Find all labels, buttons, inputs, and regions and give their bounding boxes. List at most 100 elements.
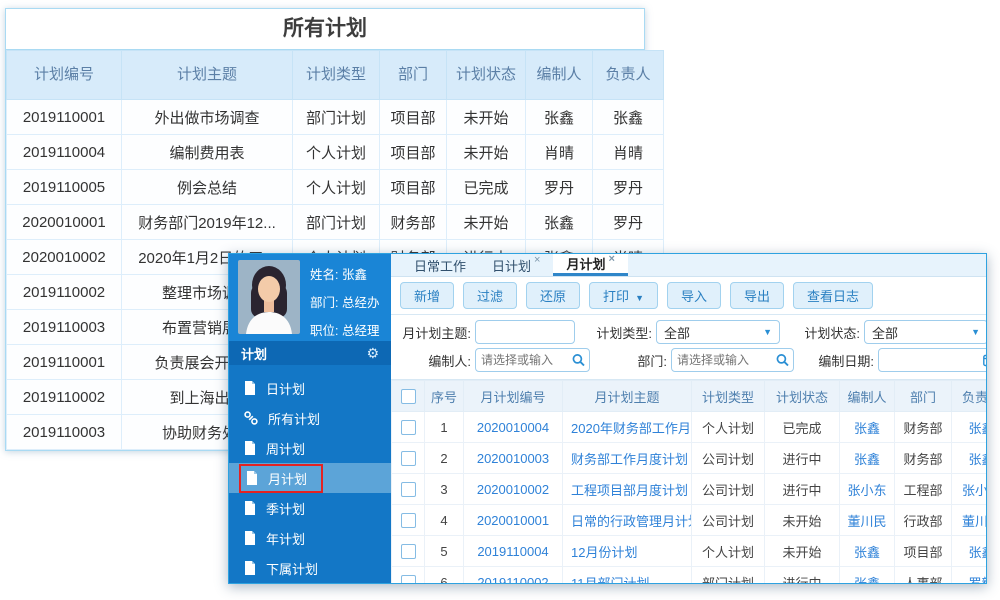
cell-status: 已完成	[764, 411, 840, 443]
cell-subject-link[interactable]: 11月部门计划	[562, 566, 692, 583]
row-checkbox[interactable]	[400, 451, 416, 467]
profile-field: 部门: 总经办	[310, 296, 380, 310]
gear-icon[interactable]: ⚙	[366, 345, 379, 362]
row-checkbox[interactable]	[400, 482, 416, 498]
row-checkbox[interactable]	[400, 513, 416, 529]
sidebar-item-daily-plan[interactable]: 日计划	[229, 373, 391, 403]
reset-button[interactable]: 还原	[526, 282, 581, 309]
window-title: 所有计划	[6, 9, 644, 50]
cell-owner: 罗丹	[592, 204, 664, 240]
cell-creator-link[interactable]: 董川民	[839, 504, 895, 536]
caret-down-icon: ▼	[635, 293, 644, 303]
filter-button[interactable]: 过滤	[463, 282, 518, 309]
cell-owner: 罗丹	[592, 169, 664, 205]
cell-plan-no-link[interactable]: 2020010004	[463, 411, 563, 443]
close-icon[interactable]: ×	[608, 254, 614, 265]
sidebar-item-monthly-plan[interactable]: 月计划	[229, 463, 391, 493]
cell-seq: 3	[424, 473, 464, 505]
row-select-cell	[391, 442, 425, 474]
cell-plan-no-link[interactable]: 2020010003	[463, 442, 563, 474]
cell-subject-link[interactable]: 日常的行政管理月计划	[562, 504, 692, 536]
row-checkbox[interactable]	[400, 575, 416, 583]
row-checkbox[interactable]	[400, 420, 416, 436]
cell-creator-link[interactable]: 张小东	[839, 473, 895, 505]
column-header: 部门	[894, 380, 952, 412]
select-all-checkbox[interactable]	[400, 389, 416, 405]
cell-creator-link[interactable]: 张鑫	[839, 411, 895, 443]
column-header: 计划编号	[6, 50, 122, 100]
column-header: 计划状态	[764, 380, 840, 412]
cell-owner-link[interactable]: 罗毅	[951, 566, 986, 583]
cell-dept: 行政部	[894, 504, 952, 536]
cell-plan-no-link[interactable]: 2020010002	[463, 473, 563, 505]
cell-dept: 项目部	[894, 535, 952, 567]
tab-monthly-plan[interactable]: 月计划 ×	[553, 254, 628, 276]
sidebar-item-weekly-plan[interactable]: 周计划	[229, 433, 391, 463]
column-header: 编制人	[839, 380, 895, 412]
cell-creator: 张鑫	[525, 99, 593, 135]
cell-subject-link[interactable]: 工程项目部月度计划	[562, 473, 692, 505]
type-filter-select[interactable]: 全部 ▼	[656, 320, 780, 344]
cell-plan-no-link[interactable]: 2019110004	[463, 535, 563, 567]
subject-filter-input[interactable]	[475, 320, 575, 344]
export-button[interactable]: 导出	[730, 282, 785, 309]
status-filter-select[interactable]: 全部 ▼	[864, 320, 986, 344]
cell-subject-link[interactable]: 财务部工作月度计划	[562, 442, 692, 474]
cell-dept: 财务部	[894, 411, 952, 443]
cell-owner-link[interactable]: 张小东	[951, 473, 986, 505]
table-row: 5 2019110004 12月份计划 个人计划 未开始 张鑫 项目部 张鑫	[391, 535, 986, 567]
sidebar-menu: 日计划 所有计划 周计划 月计划 季计划 年计划 下属计划	[229, 365, 391, 583]
sidebar-item-yearly-plan[interactable]: 年计划	[229, 523, 391, 553]
cell-status: 未开始	[764, 504, 840, 536]
cell-owner-link[interactable]: 张鑫	[951, 442, 986, 474]
status-filter-label: 计划状态:	[804, 325, 860, 341]
import-button[interactable]: 导入	[666, 282, 721, 309]
cell-dept: 财务部	[379, 204, 447, 240]
column-header: 负责人	[951, 380, 986, 412]
cell-plan-no: 2019110003	[6, 309, 122, 345]
print-button[interactable]: 打印 ▼	[589, 282, 658, 309]
search-icon[interactable]	[572, 354, 585, 367]
cell-dept: 项目部	[379, 134, 447, 170]
cell-plan-no-link[interactable]: 2019110002	[463, 566, 563, 583]
view-log-button[interactable]: 查看日志	[793, 282, 874, 309]
sidebar: 姓名: 张鑫部门: 总经办职位: 总经理 计划 ⚙ 日计划 所有计划 周计划	[229, 254, 391, 583]
cell-owner-link[interactable]: 张鑫	[951, 535, 986, 567]
cell-plan-no: 2020010001	[6, 204, 122, 240]
cell-owner: 肖晴	[592, 134, 664, 170]
cell-status: 未开始	[764, 535, 840, 567]
cell-creator-link[interactable]: 张鑫	[839, 442, 895, 474]
add-button[interactable]: 新增	[400, 282, 455, 309]
sidebar-item-subordinate-plan[interactable]: 下属计划	[229, 553, 391, 583]
cell-owner-link[interactable]: 张鑫	[951, 411, 986, 443]
sidebar-item-all-plans[interactable]: 所有计划	[229, 403, 391, 433]
dept-filter-label: 部门:	[637, 353, 667, 369]
search-icon[interactable]	[776, 354, 789, 367]
tab-daily-work[interactable]: 日常工作	[401, 254, 479, 276]
create-date-start-input[interactable]	[878, 348, 986, 372]
table-row: 3 2020010002 工程项目部月度计划 公司计划 进行中 张小东 工程部 …	[391, 473, 986, 505]
cell-subject: 财务部门2019年12...	[121, 204, 293, 240]
cell-creator-link[interactable]: 张鑫	[839, 535, 895, 567]
cell-type: 部门计划	[292, 204, 380, 240]
profile-field: 姓名: 张鑫	[310, 268, 367, 282]
tab-daily-plan[interactable]: 日计划 ×	[479, 254, 553, 276]
cell-owner-link[interactable]: 董川民	[951, 504, 986, 536]
cell-seq: 6	[424, 566, 464, 583]
cell-plan-no-link[interactable]: 2020010001	[463, 504, 563, 536]
row-checkbox[interactable]	[400, 544, 416, 560]
cell-status: 未开始	[446, 134, 526, 170]
cell-dept: 财务部	[894, 442, 952, 474]
table-row: 6 2019110002 11月部门计划 部门计划 进行中 张鑫 人事部 罗毅	[391, 566, 986, 583]
column-header: 负责人	[592, 50, 664, 100]
cell-subject-link[interactable]: 12月份计划	[562, 535, 692, 567]
cell-subject-link[interactable]: 2020年财务部工作月...	[562, 411, 692, 443]
sidebar-item-quarterly-plan[interactable]: 季计划	[229, 493, 391, 523]
calendar-icon[interactable]	[983, 354, 986, 367]
row-select-cell	[391, 535, 425, 567]
cell-owner: 张鑫	[592, 99, 664, 135]
column-header: 计划状态	[446, 50, 526, 100]
table-row: 4 2020010001 日常的行政管理月计划 公司计划 未开始 董川民 行政部…	[391, 504, 986, 536]
cell-creator-link[interactable]: 张鑫	[839, 566, 895, 583]
close-icon[interactable]: ×	[534, 254, 540, 266]
